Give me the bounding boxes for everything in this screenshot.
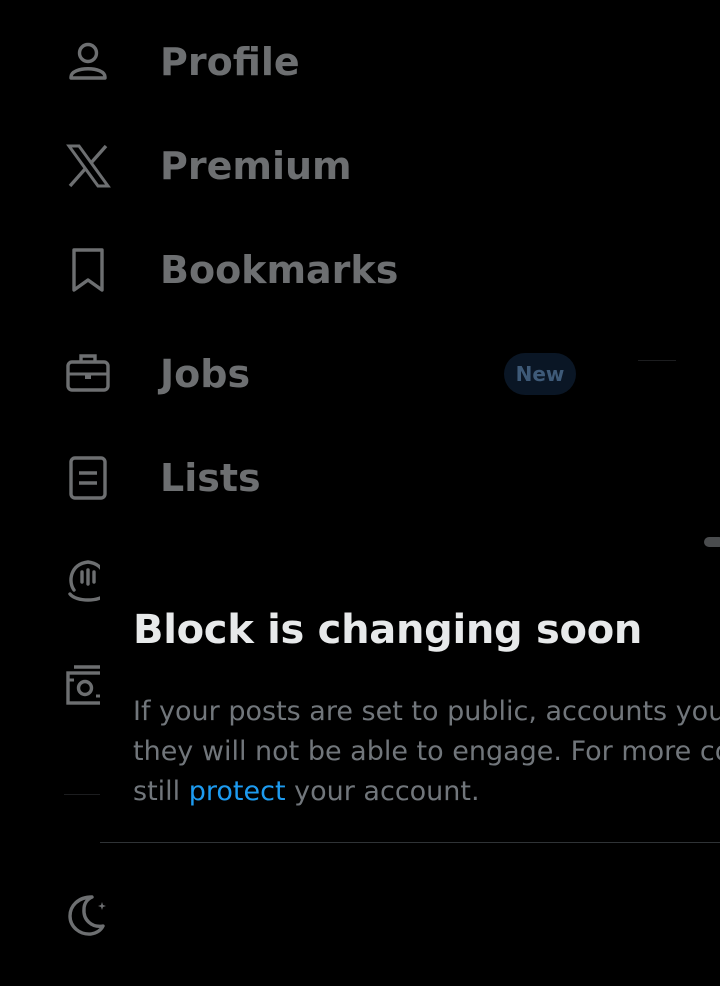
protect-link[interactable]: protect bbox=[189, 776, 286, 807]
bookmark-icon bbox=[62, 244, 114, 296]
nav-label-bookmarks: Bookmarks bbox=[160, 248, 399, 292]
nav-label-lists: Lists bbox=[160, 456, 261, 500]
nav-label-jobs: Jobs bbox=[160, 352, 251, 396]
notice-line-1: If your posts are set to public, account… bbox=[133, 696, 720, 727]
nav-item-lists[interactable]: Lists bbox=[0, 426, 720, 530]
x-logo-icon bbox=[62, 140, 114, 192]
notice-body: If your posts are set to public, account… bbox=[133, 692, 720, 812]
notice-line-2: they will not be able to engage. For mor… bbox=[133, 736, 720, 767]
nav-item-jobs[interactable]: Jobs bbox=[0, 322, 720, 426]
notice-line-3: still protect your account. bbox=[133, 772, 720, 812]
nav-item-bookmarks[interactable]: Bookmarks bbox=[0, 218, 720, 322]
app-root: Profile Premium Bookmarks Jobs New Lists… bbox=[0, 0, 720, 986]
notice-title: Block is changing soon bbox=[133, 607, 643, 653]
notice-line-3-post: your account. bbox=[285, 776, 480, 807]
sheet-divider bbox=[100, 842, 720, 843]
person-icon bbox=[62, 36, 114, 88]
new-badge: New bbox=[504, 353, 576, 395]
moon-icon[interactable] bbox=[62, 888, 114, 940]
divider bbox=[64, 794, 102, 795]
briefcase-icon bbox=[62, 348, 114, 400]
block-changing-notice: Block is changing soon If your posts are… bbox=[100, 556, 720, 844]
nav-label-profile: Profile bbox=[160, 40, 300, 84]
sheet-grabber[interactable] bbox=[704, 537, 720, 547]
list-document-icon bbox=[62, 452, 114, 504]
notice-line-3-pre: still bbox=[133, 776, 189, 807]
divider bbox=[638, 360, 676, 361]
nav-label-premium: Premium bbox=[160, 144, 352, 188]
nav-item-profile[interactable]: Profile bbox=[0, 10, 720, 114]
nav-item-premium[interactable]: Premium bbox=[0, 114, 720, 218]
